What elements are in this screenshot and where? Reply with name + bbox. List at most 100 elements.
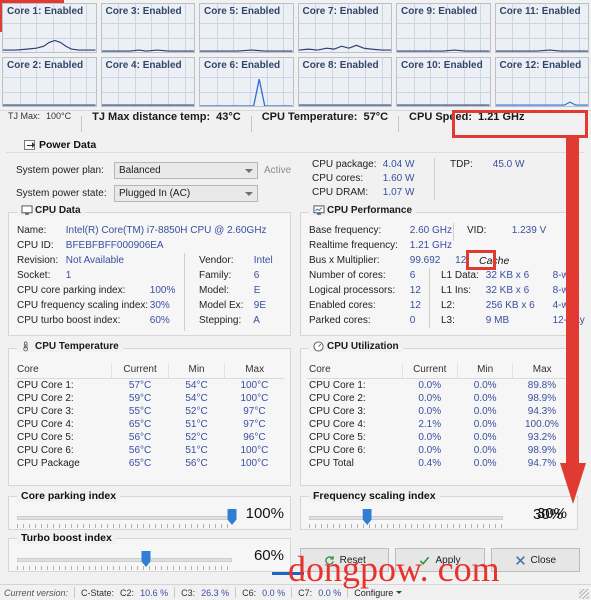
core-parking-value: 100% — [245, 505, 284, 522]
cpu-dram-value: 1.07 W — [382, 187, 415, 198]
cell-current: 0.0% — [418, 406, 442, 417]
core-graph-cell[interactable]: Core 9: Enabled — [396, 3, 491, 53]
table-row: CPU Core 1: 57°C 54°C 100°C — [15, 379, 284, 393]
expand-icon[interactable] — [24, 140, 35, 150]
cell-core: CPU Package — [17, 458, 80, 469]
system-power-state-value: Plugged In (AC) — [119, 188, 191, 199]
slider-track — [309, 516, 503, 520]
core-graph-cell[interactable]: Core 11: Enabled — [494, 3, 589, 53]
cell-core: CPU Core 2: — [17, 393, 74, 404]
th-core: Core — [307, 363, 403, 379]
core-graph-label: Core 1: Enabled — [7, 6, 84, 17]
frequency-scaling-slider[interactable] — [309, 509, 503, 528]
number-of-cores-row: Number of cores: 6 — [309, 270, 415, 281]
cpu-utilization-title-label: CPU Utilization — [327, 341, 399, 352]
core-graph-label: Core 7: Enabled — [302, 6, 379, 17]
cpu-cores-power-row: CPU cores: 1.60 W — [312, 173, 414, 184]
cell-current: 56°C — [128, 445, 152, 456]
check-icon — [419, 555, 430, 566]
cpu-dram-label: CPU DRAM: — [312, 187, 369, 198]
cpu-name-value: Intel(R) Core(TM) i7-8850H CPU @ 2.60GHz — [65, 225, 267, 236]
cpu-speed-value: 1.21 GHz — [478, 111, 525, 123]
socket-row: Socket: 1 — [17, 270, 71, 281]
core-graph-cell[interactable]: Core 10: Enabled — [396, 57, 491, 107]
revision-label: Revision: — [17, 255, 59, 266]
revision-value: Not Available — [65, 255, 124, 266]
core-graph-cell[interactable]: Core 2: Enabled — [2, 57, 97, 107]
cache-heading: Cache — [479, 255, 510, 267]
configure-menu[interactable]: Configure — [354, 588, 403, 598]
l3-label: L3: — [441, 315, 455, 326]
divider — [429, 268, 430, 328]
core-graph-label: Core 10: Enabled — [401, 60, 483, 71]
cell-core: CPU Core 1: — [17, 380, 74, 391]
core-graph-cell[interactable]: Core 5: Enabled — [199, 3, 294, 53]
cell-current: 2.1% — [418, 419, 442, 430]
turbo-boost-index-label: CPU turbo boost index: — [17, 315, 121, 326]
l3-size: 9 MB — [485, 315, 510, 326]
bus-multiplier-label: Bus x Multiplier: — [309, 255, 380, 266]
divider — [184, 253, 185, 331]
system-power-plan-select[interactable]: Balanced — [114, 162, 258, 179]
th-min: Min — [456, 363, 513, 379]
cell-current: 0.4% — [418, 458, 442, 469]
cpu-temperature-table: Core Current Min Max CPU Core 1: 57°C 54… — [15, 363, 284, 470]
cell-min: 51°C — [185, 419, 208, 430]
cell-max: 98.9% — [527, 445, 557, 456]
table-row: CPU Core 5: 0.0% 0.0% 93.2% — [307, 431, 571, 444]
core-graph-cell[interactable]: Core 7: Enabled — [297, 3, 392, 53]
core-parking-slider[interactable] — [17, 509, 237, 528]
turbo-boost-slider[interactable] — [17, 551, 232, 570]
bus-value: 99.692 — [409, 255, 441, 266]
core-graph-cell[interactable]: Core 12: Enabled — [494, 57, 589, 107]
core-graph-cell[interactable]: Core 4: Enabled — [100, 57, 195, 107]
cell-current: 65°C — [128, 458, 152, 469]
enabled-cores-value: 12 — [409, 300, 421, 311]
cpu-performance-section: CPU Performance Base frequency: 2.60 GHz… — [300, 205, 585, 336]
l1-ins-associativity: 8-way — [552, 285, 580, 296]
power-data-title[interactable]: Power Data — [20, 139, 101, 151]
apply-button-label: Apply — [435, 554, 461, 566]
system-power-state-select[interactable]: Plugged In (AC) — [114, 185, 258, 202]
cell-current: 55°C — [128, 406, 152, 417]
c6-value: 0.0 % — [262, 587, 286, 598]
core-graph-cell[interactable]: Core 3: Enabled — [100, 3, 195, 53]
number-of-cores-label: Number of cores: — [309, 270, 386, 281]
core-graph-cell[interactable]: Core 6: Enabled — [199, 57, 294, 107]
system-power-plan-label: System power plan: — [16, 165, 104, 176]
cpu-data-section: CPU Data Name: Intel(R) Core(TM) i7-8850… — [8, 205, 291, 336]
l1-ins-size: 32 KB x 6 — [485, 285, 530, 296]
cell-current: 57°C — [128, 380, 152, 391]
cpu-temperature-title: CPU Temperature — [17, 341, 123, 352]
annotation-frequency-scaling-value: 30% — [532, 505, 564, 523]
resize-grip[interactable] — [579, 589, 589, 599]
tdp-row: TDP: 45.0 W — [450, 159, 524, 170]
slider-thumb[interactable] — [362, 509, 372, 525]
table-header-row: Core Current Min Max — [15, 363, 284, 379]
cpu-cores-label: CPU cores: — [312, 173, 364, 184]
revision-row: Revision: Not Available — [17, 255, 124, 266]
table-row: CPU Core 2: 0.0% 0.0% 98.9% — [307, 392, 571, 405]
realtime-frequency-value: 1.21 GHz — [409, 240, 453, 251]
parked-cores-row: Parked cores: 0 — [309, 315, 415, 326]
close-button[interactable]: Close — [490, 548, 580, 572]
cell-max: 96°C — [243, 432, 266, 443]
core-graph-cell[interactable]: Core 8: Enabled — [297, 57, 392, 107]
multiplier-value: 12 — [455, 255, 467, 266]
cell-core: CPU Core 6: — [17, 445, 74, 456]
close-icon — [515, 555, 526, 566]
frequency-scaling-index-label: CPU frequency scaling index: — [17, 300, 149, 311]
core-parking-slider-label: Core parking index — [17, 490, 121, 502]
watermark-underline — [272, 572, 304, 575]
cell-min: 0.0% — [473, 458, 497, 469]
tj-max-distance-label: TJ Max distance temp: — [92, 111, 211, 123]
stepping-value: A — [253, 315, 260, 326]
slider-thumb[interactable] — [227, 509, 237, 525]
cell-current: 0.0% — [418, 380, 442, 391]
apply-button[interactable]: Apply — [395, 548, 485, 572]
cell-current: 0.0% — [418, 393, 442, 404]
slider-thumb[interactable] — [141, 551, 151, 567]
core-graph-cell[interactable]: Core 1: Enabled — [2, 3, 97, 53]
table-row: CPU Core 6: 56°C 51°C 100°C — [15, 444, 284, 457]
reset-button[interactable]: Reset — [300, 548, 390, 572]
